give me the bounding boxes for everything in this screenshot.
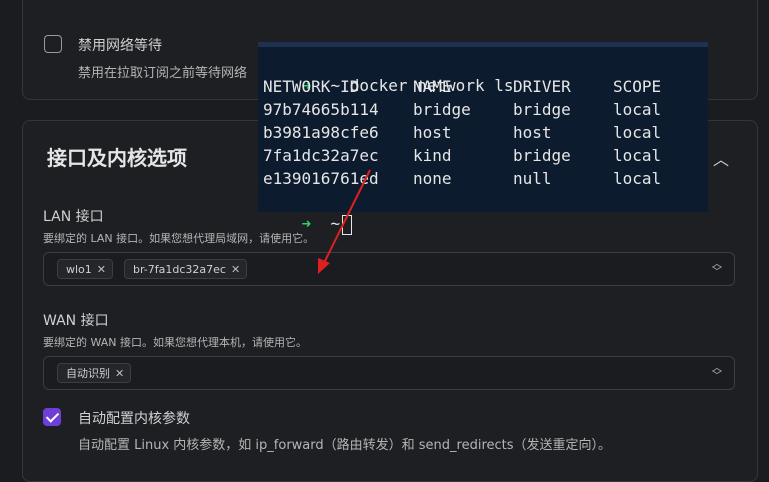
lan-tag-label: br-7fa1dc32a7ec bbox=[133, 263, 226, 276]
prompt-home: ~ bbox=[330, 214, 341, 233]
chevron-up-down-icon: ︿ ﹀ bbox=[712, 363, 722, 382]
lan-tag: br-7fa1dc32a7ec ✕ bbox=[124, 259, 248, 279]
terminal-row: 7fa1dc32a7ec kind bridge local bbox=[263, 145, 703, 167]
terminal-cell: local bbox=[613, 123, 662, 142]
terminal-header-row: NETWORK ID NAME DRIVER SCOPE bbox=[263, 76, 703, 98]
terminal-header: SCOPE bbox=[613, 77, 662, 96]
terminal-row: b3981a98cfe6 host host local bbox=[263, 122, 703, 144]
remove-tag-icon[interactable]: ✕ bbox=[97, 263, 106, 276]
section-title: 接口及内核选项 bbox=[47, 146, 187, 170]
kernel-params-checkbox[interactable] bbox=[43, 408, 61, 426]
terminal-cell: local bbox=[613, 146, 662, 165]
lan-interface-select[interactable]: wlo1 ✕ br-7fa1dc32a7ec ✕ ︿ ﹀ bbox=[43, 252, 735, 286]
terminal-cell: 7fa1dc32a7ec bbox=[263, 146, 379, 165]
terminal-cell: bridge bbox=[513, 146, 571, 165]
remove-tag-icon[interactable]: ✕ bbox=[115, 367, 124, 380]
terminal-cursor bbox=[342, 214, 353, 235]
terminal-cell: host bbox=[413, 123, 452, 142]
kernel-params-hint: 自动配置 Linux 内核参数，如 ip_forward（路由转发）和 send… bbox=[78, 438, 612, 453]
terminal-header: NETWORK ID bbox=[263, 77, 360, 96]
terminal-header: DRIVER bbox=[513, 77, 571, 96]
network-wait-label: 禁用网络等待 bbox=[78, 38, 162, 54]
terminal-command-line: ➜ ~ docker network ls bbox=[263, 53, 514, 95]
terminal-window: ➜ ~ docker network ls NETWORK ID NAME DR… bbox=[258, 42, 708, 235]
wan-tag: 自动识别 ✕ bbox=[57, 363, 132, 383]
terminal-cell: bridge bbox=[513, 100, 571, 119]
terminal-header: NAME bbox=[413, 77, 452, 96]
wan-interface-label: WAN 接口 bbox=[43, 313, 109, 329]
terminal-row: 97b74665b114 bridge bridge local bbox=[263, 99, 703, 121]
terminal-row: e139016761ed none null local bbox=[263, 168, 703, 190]
wan-interface-select[interactable]: 自动识别 ✕ ︿ ﹀ bbox=[43, 356, 735, 390]
lan-tag: wlo1 ✕ bbox=[57, 259, 113, 279]
terminal-cell: bridge bbox=[413, 100, 471, 119]
chevron-up-down-icon: ︿ ﹀ bbox=[712, 259, 722, 278]
terminal-cell: kind bbox=[413, 146, 452, 165]
terminal-cell: b3981a98cfe6 bbox=[263, 123, 379, 142]
wan-interface-hint: 要绑定的 WAN 接口。如果您想代理本机，请使用它。 bbox=[43, 336, 308, 349]
lan-interface-label: LAN 接口 bbox=[43, 209, 104, 225]
kernel-params-label: 自动配置内核参数 bbox=[78, 411, 190, 427]
terminal-prompt-line: ➜ ~ bbox=[263, 191, 353, 235]
lan-tag-label: wlo1 bbox=[66, 263, 92, 276]
terminal-cell: none bbox=[413, 169, 452, 188]
network-wait-hint: 禁用在拉取订阅之前等待网络 bbox=[78, 66, 248, 81]
terminal-cell: 97b74665b114 bbox=[263, 100, 379, 119]
terminal-cell: local bbox=[613, 100, 662, 119]
network-wait-checkbox[interactable] bbox=[44, 35, 62, 53]
terminal-cell: e139016761ed bbox=[263, 169, 379, 188]
terminal-cell: null bbox=[513, 169, 552, 188]
prompt-arrow-icon: ➜ bbox=[301, 214, 312, 233]
terminal-cell: local bbox=[613, 169, 662, 188]
chevron-up-icon[interactable]: ︿ bbox=[713, 146, 729, 170]
remove-tag-icon[interactable]: ✕ bbox=[231, 263, 240, 276]
wan-tag-label: 自动识别 bbox=[66, 367, 110, 380]
terminal-cell: host bbox=[513, 123, 552, 142]
